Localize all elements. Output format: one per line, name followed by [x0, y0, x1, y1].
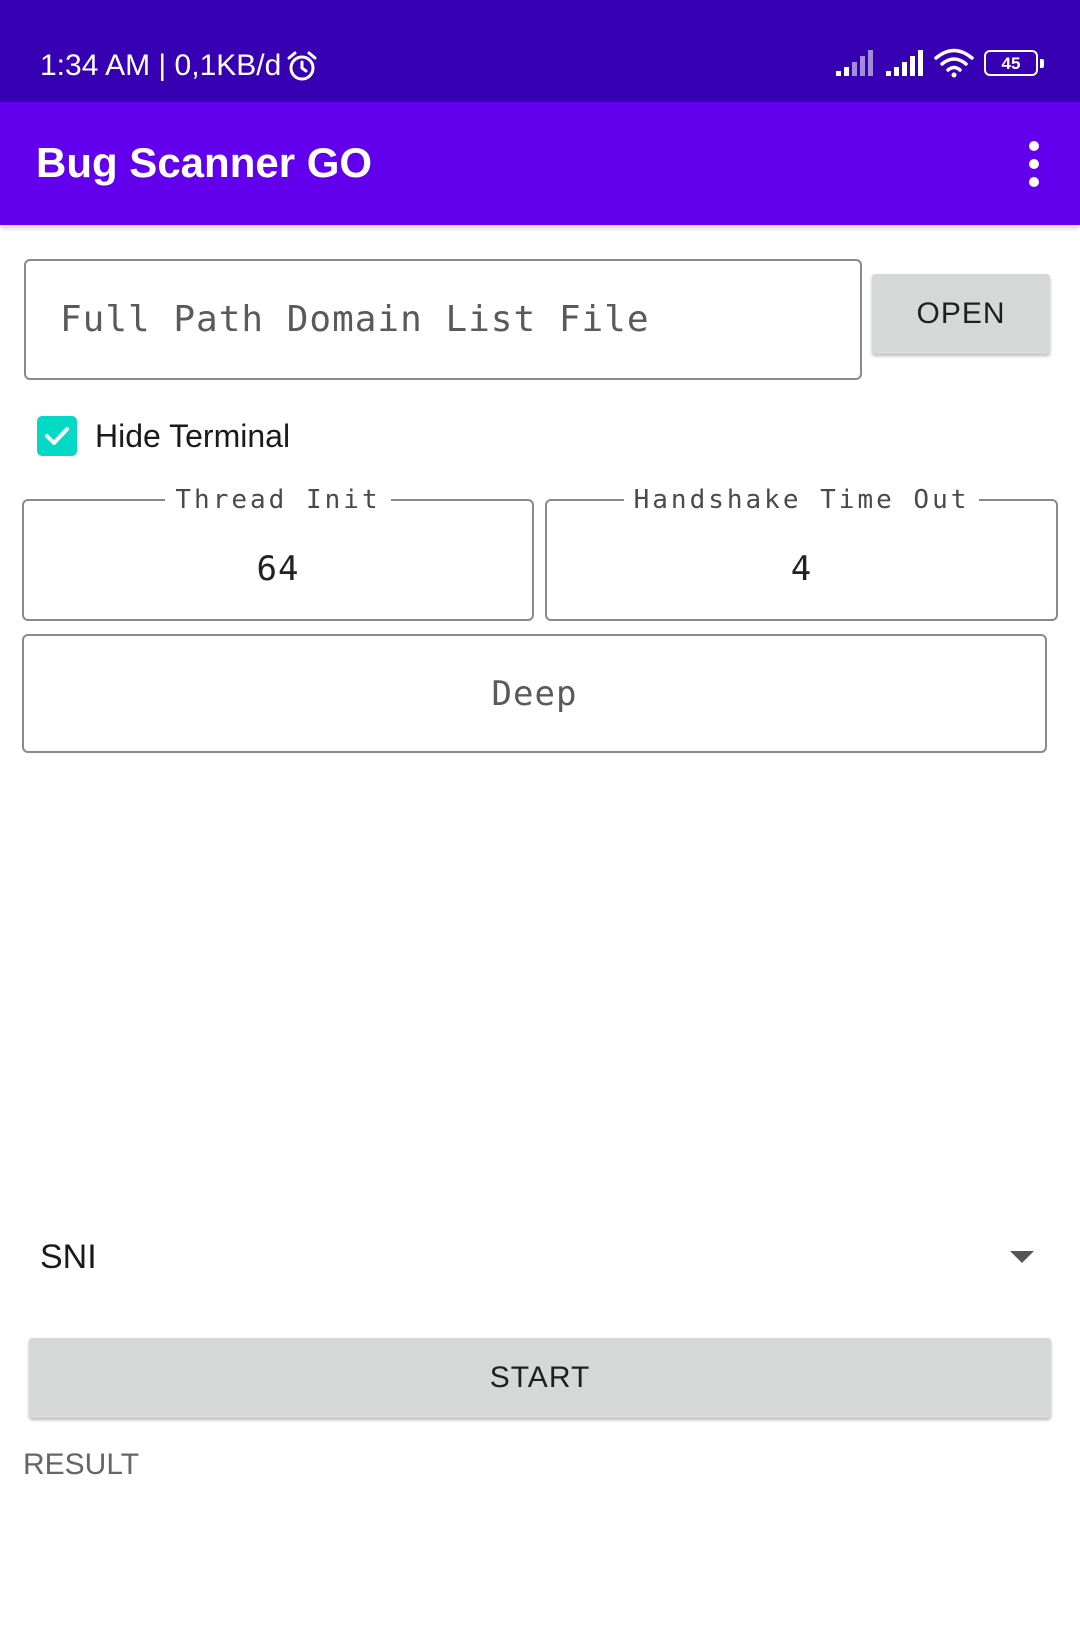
overflow-menu-icon[interactable] [1010, 134, 1058, 194]
open-button[interactable]: OPEN [872, 274, 1050, 354]
thread-init-label: Thread Init [175, 485, 381, 515]
status-separator: | [150, 49, 175, 82]
handshake-timeout-field[interactable]: Handshake Time Out 4 [545, 485, 1058, 621]
handshake-timeout-label: Handshake Time Out [633, 485, 970, 515]
battery-icon: 45 [984, 50, 1044, 76]
overflow-menu-dot [1029, 159, 1039, 169]
status-bar: 1:34 AM | 0,1KB/d 45 [0, 0, 1080, 102]
status-time: 1:34 AM [40, 49, 151, 82]
deep-input[interactable]: Deep [22, 634, 1047, 753]
thread-init-value: 64 [256, 549, 300, 589]
overflow-menu-dot [1029, 141, 1039, 151]
battery-level: 45 [1001, 53, 1021, 73]
alarm-icon [287, 51, 317, 81]
mode-spinner-value: SNI [40, 1237, 97, 1276]
status-left: 1:34 AM | 0,1KB/d [40, 44, 319, 88]
domain-list-path-input[interactable] [24, 259, 862, 380]
start-button[interactable]: START [29, 1338, 1051, 1418]
status-data-rate: 0,1KB/d [174, 49, 282, 82]
handshake-timeout-value: 4 [790, 549, 813, 589]
thread-init-field[interactable]: Thread Init 64 [22, 485, 534, 621]
hide-terminal-checkbox[interactable]: Hide Terminal [37, 414, 290, 458]
signal-icon-sim1 [836, 50, 873, 76]
signal-icon-sim2 [886, 50, 923, 76]
dropdown-arrow-icon [1010, 1251, 1034, 1263]
status-right: 45 [834, 48, 1044, 78]
hide-terminal-label: Hide Terminal [95, 417, 291, 454]
overflow-menu-dot [1029, 177, 1039, 187]
check-icon [45, 427, 69, 445]
app-title: Bug Scanner GO [36, 139, 373, 186]
mode-spinner[interactable]: SNI [20, 1225, 1060, 1289]
checkbox-checked-icon[interactable] [37, 416, 77, 456]
app-bar: Bug Scanner GO [0, 102, 1080, 225]
result-label: RESULT [23, 1448, 140, 1481]
wifi-icon [934, 48, 974, 78]
